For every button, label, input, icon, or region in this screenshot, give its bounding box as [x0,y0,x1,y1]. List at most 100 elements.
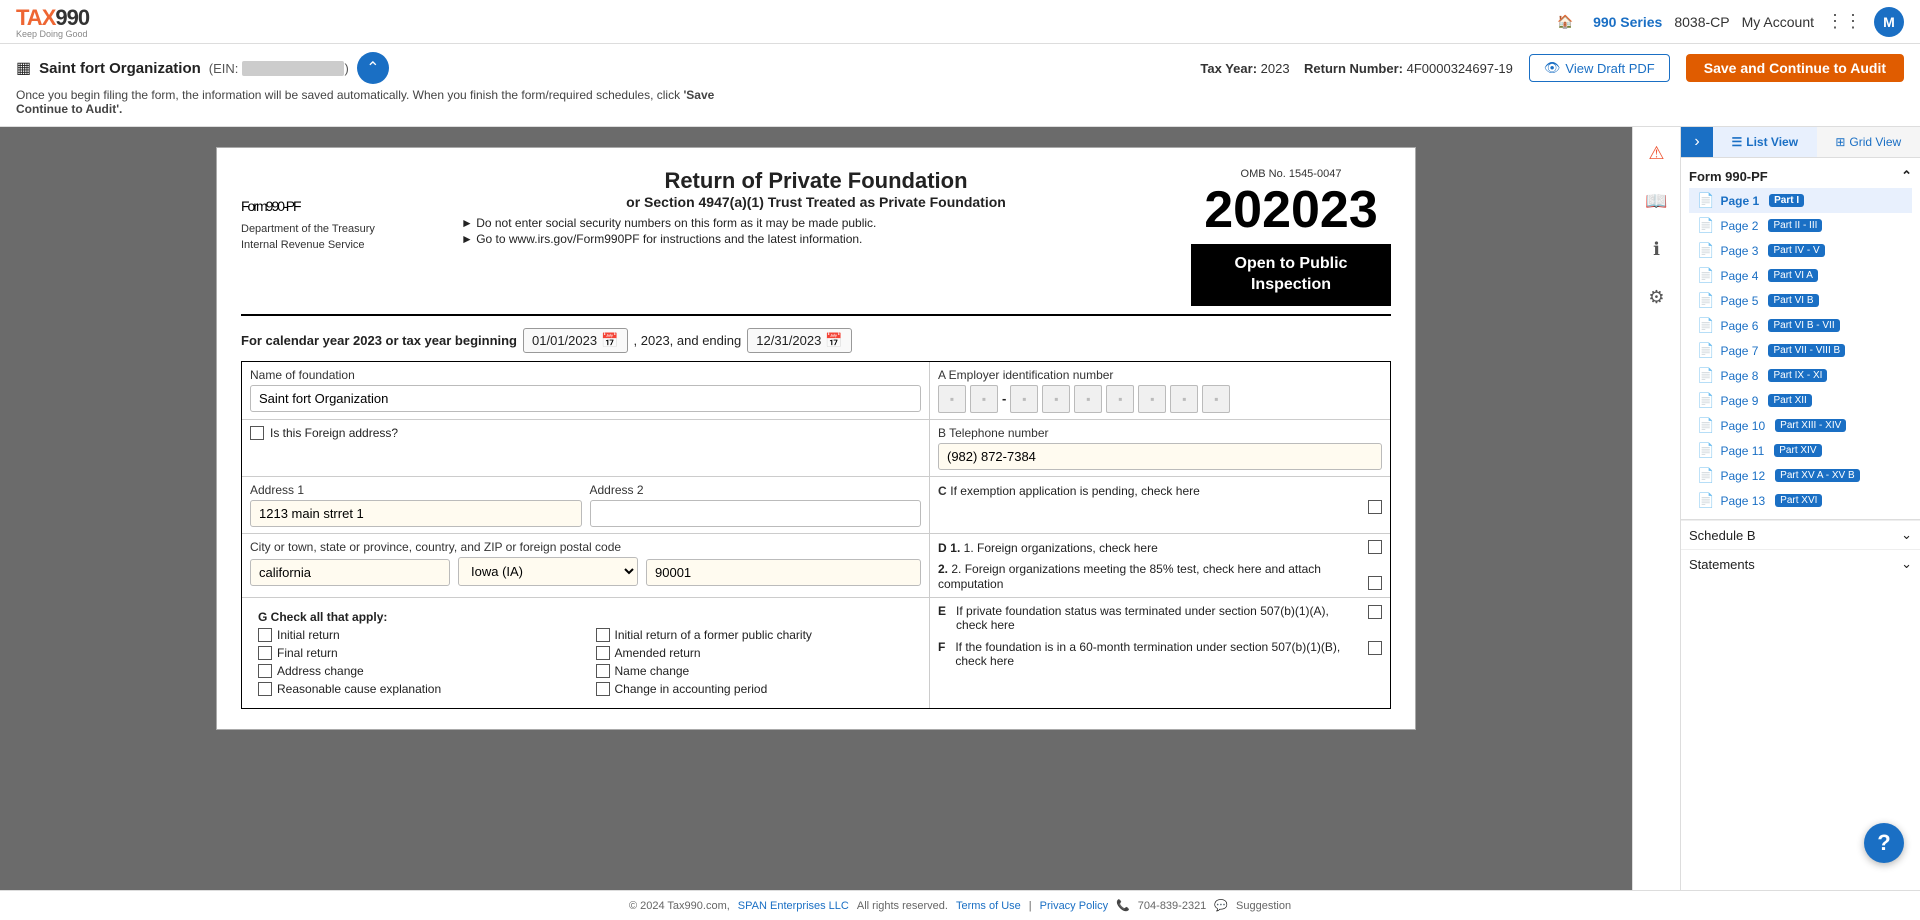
view-draft-button[interactable]: 👁 View Draft PDF [1529,54,1670,82]
sidebar-page-6[interactable]: 📄 Page 6 Part VI B - VII [1689,313,1912,338]
form-notes: ► Do not enter social security numbers o… [461,216,1171,246]
chevron-down-icon: ⌄ [1901,556,1912,572]
sidebar-page-4[interactable]: 📄 Page 4 Part VI A [1689,263,1912,288]
sidebar-page-13[interactable]: 📄 Page 13 Part XVI [1689,488,1912,513]
list-view-button[interactable]: ☰ List View [1713,127,1817,157]
nav-arrow-button[interactable]: › [1681,127,1713,157]
chevron-down-icon: ⌄ [1901,527,1912,543]
calendar-icon[interactable]: 📅 [601,332,618,349]
span-link[interactable]: SPAN Enterprises LLC [738,900,849,912]
year-display: 202023 [1191,180,1391,240]
sidebar-page-7[interactable]: 📄 Page 7 Part VII - VIII B [1689,338,1912,363]
tax-year-info: Tax Year: 2023 Return Number: 4F00003246… [1200,61,1512,76]
sidebar-page-11[interactable]: 📄 Page 11 Part XIV [1689,438,1912,463]
amended-return-checkbox[interactable] [596,646,610,660]
schedule-b-section[interactable]: Schedule B ⌄ [1681,520,1920,549]
doc-icon: 📄 [1697,317,1714,334]
zip-input[interactable] [646,559,921,586]
main-layout: Form990-PF Department of the Treasury In… [0,127,1920,890]
terms-link[interactable]: Terms of Use [956,900,1021,912]
sidebar-page-8[interactable]: 📄 Page 8 Part IX - XI [1689,363,1912,388]
collapse-btn[interactable]: ⌃ [357,52,389,84]
name-input[interactable] [250,385,921,412]
right-sidebar: › ☰ List View ⊞ Grid View Form 990-PF ⌃ … [1680,127,1920,890]
table-icon: ▦ [16,58,31,78]
name-change-checkbox[interactable] [596,664,610,678]
chevron-up-icon: ⌃ [1901,168,1912,184]
e-checkbox[interactable] [1368,605,1382,619]
foreign-addr-checkbox[interactable] [250,426,264,440]
address1-input[interactable] [250,500,582,527]
f-checkbox[interactable] [1368,641,1382,655]
info-icon[interactable]: ℹ [1639,231,1675,267]
initial-return-checkbox[interactable] [258,628,272,642]
series-link[interactable]: 990 Series [1593,14,1662,30]
phone-input[interactable] [938,443,1382,470]
ein-value: XX-XXXXXXX [242,61,344,76]
help-button[interactable]: ? [1864,823,1904,863]
icon-sidebar: ⚠ 📖 ℹ ⚙ [1632,127,1680,890]
grid-view-button[interactable]: ⊞ Grid View [1817,127,1920,157]
phone-icon: 📞 [1116,899,1130,912]
sidebar-page-9[interactable]: 📄 Page 9 Part XII [1689,388,1912,413]
warning-icon[interactable]: ⚠ [1639,135,1675,171]
header-section: ▦ Saint fort Organization (EIN: XX-XXXXX… [0,44,1920,127]
save-audit-button[interactable]: Save and Continue to Audit [1686,54,1904,82]
statements-section[interactable]: Statements ⌄ [1681,549,1920,578]
book-icon[interactable]: 📖 [1639,183,1675,219]
sidebar-page-12[interactable]: 📄 Page 12 Part XV A - XV B [1689,463,1912,488]
sidebar-page-10[interactable]: 📄 Page 10 Part XIII - XIV [1689,413,1912,438]
state-select[interactable]: Iowa (IA) California (CA) Texas (TX) New… [458,557,638,586]
sidebar-page-1[interactable]: 📄 Page 1 Part I [1689,188,1912,213]
apps-icon[interactable]: ⋮⋮ [1826,11,1862,32]
settings-icon[interactable]: ⚙ [1639,279,1675,315]
form-title: Return of Private Foundation [461,168,1171,194]
doc-icon: 📄 [1697,217,1714,234]
c-checkbox[interactable] [1368,500,1382,514]
initial-former-checkbox[interactable] [596,628,610,642]
foreign-addr-row: Is this Foreign address? B Telephone num… [242,420,1390,477]
form-section: Form 990-PF ⌃ 📄 Page 1 Part I 📄 Page 2 P… [1681,158,1920,520]
suggestion-icon: 💬 [1214,899,1228,912]
home-icon[interactable]: 🏠 [1549,6,1581,38]
tax-year-row: For calendar year 2023 or tax year begin… [241,328,1391,353]
calendar-end-icon[interactable]: 📅 [825,332,842,349]
d2-checkbox[interactable] [1368,576,1382,590]
city-row: City or town, state or province, country… [242,534,1390,598]
d1-checkbox[interactable] [1368,540,1382,554]
my-account-link[interactable]: My Account [1742,14,1814,30]
end-date-input[interactable]: 12/31/2023 📅 [747,328,852,353]
doc-icon: 📄 [1697,192,1714,209]
g-check-row: G Check all that apply: Initial return I… [242,598,1390,708]
address-row: Address 1 Address 2 C If exemption appli… [242,477,1390,534]
sidebar-page-2[interactable]: 📄 Page 2 Part II - III [1689,213,1912,238]
check-grid: Initial return Initial return of a forme… [258,628,913,696]
privacy-link[interactable]: Privacy Policy [1040,900,1108,912]
doc-icon: 📄 [1697,267,1714,284]
footer: © 2024 Tax990.com, SPAN Enterprises LLC … [0,890,1920,920]
eye-icon: 👁 [1544,60,1561,76]
center-content: Form990-PF Department of the Treasury In… [0,127,1632,890]
reasonable-cause-checkbox[interactable] [258,682,272,696]
ein-row: ▪ ▪ - ▪ ▪ ▪ ▪ ▪ ▪ ▪ [938,385,1382,413]
form-section-title[interactable]: Form 990-PF ⌃ [1689,164,1912,188]
avatar[interactable]: M [1874,7,1904,37]
sidebar-page-5[interactable]: 📄 Page 5 Part VI B [1689,288,1912,313]
header-right: Tax Year: 2023 Return Number: 4F00003246… [1200,54,1904,82]
start-date-input[interactable]: 01/01/2023 📅 [523,328,628,353]
doc-icon: 📄 [1697,442,1714,459]
form-paper: Form990-PF Department of the Treasury In… [216,147,1416,730]
list-icon: ☰ [1731,135,1742,149]
doc-icon: 📄 [1697,342,1714,359]
final-return-checkbox[interactable] [258,646,272,660]
city-input[interactable] [250,559,450,586]
address2-input[interactable] [590,500,922,527]
doc-icon: 📄 [1697,492,1714,509]
top-nav: TAX990 Keep Doing Good 🏠 990 Series 8038… [0,0,1920,44]
form-type: 8038-CP [1674,14,1729,30]
address-change-checkbox[interactable] [258,664,272,678]
doc-icon: 📄 [1697,467,1714,484]
header-description: Once you begin filing the form, the info… [16,88,716,116]
sidebar-page-3[interactable]: 📄 Page 3 Part IV - V [1689,238,1912,263]
accounting-period-checkbox[interactable] [596,682,610,696]
